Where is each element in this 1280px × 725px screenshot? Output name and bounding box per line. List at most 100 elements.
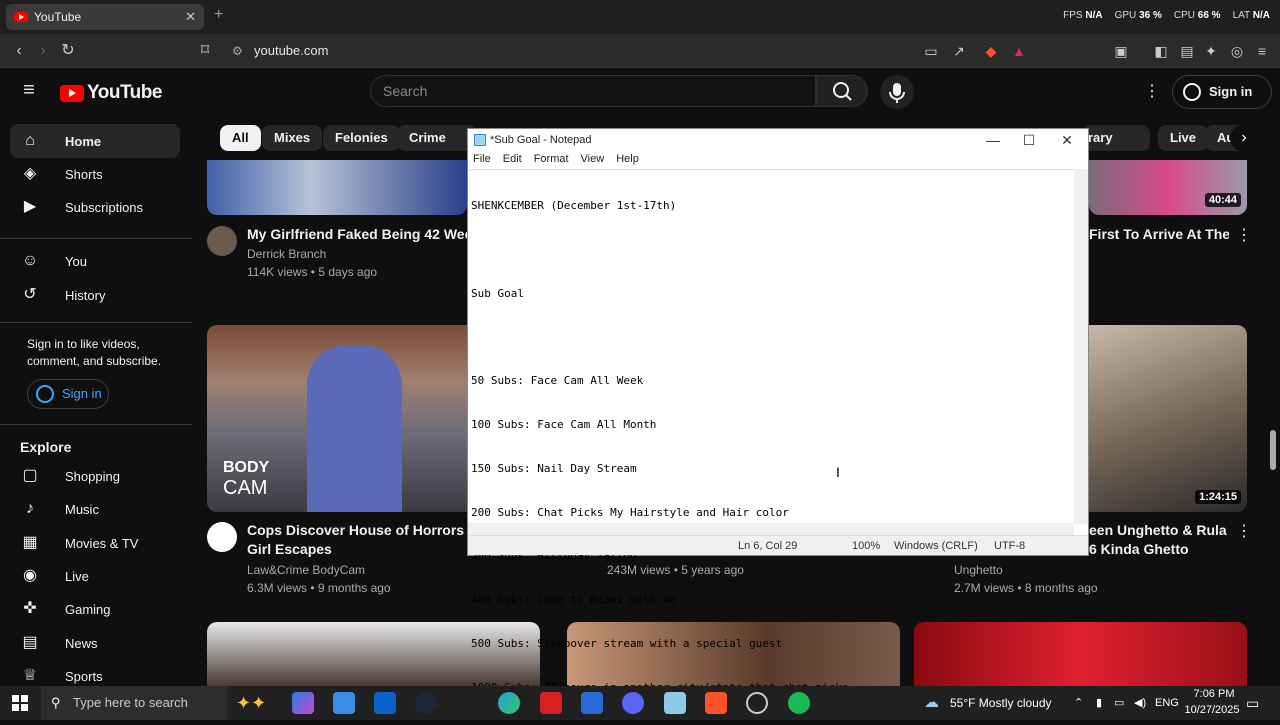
channel-avatar[interactable] [207, 522, 237, 552]
channel-name[interactable]: Law&Crime BodyCam [247, 561, 365, 579]
sparkle-icon[interactable]: ✦✦ [236, 692, 268, 714]
leo-ai-icon[interactable]: ✦ [1202, 42, 1220, 60]
clock-date[interactable]: 10/27/2025 [1182, 704, 1242, 716]
sidebar-item-movies[interactable]: ▦ Movies & TV [10, 526, 180, 560]
notepad-taskbar-icon[interactable] [664, 692, 686, 714]
brave-shields-icon[interactable]: ◆ [982, 42, 1000, 60]
menu-file[interactable]: File [473, 151, 491, 167]
store-icon[interactable] [333, 692, 355, 714]
chip-crime-scene[interactable]: Crime scen [397, 125, 477, 151]
video-title[interactable]: First To Arrive At The [1089, 225, 1229, 244]
steam-icon[interactable] [415, 692, 437, 714]
page-scrollbar[interactable] [1270, 430, 1276, 470]
menu-icon[interactable]: ≡ [1253, 42, 1271, 60]
sidebar-item-home[interactable]: ⌂ Home [10, 124, 180, 158]
notepad-text-area[interactable]: SHENKCEMBER (December 1st-17th) Sub Goal… [468, 169, 1074, 694]
chip-felonies[interactable]: Felonies [323, 125, 400, 151]
video-thumbnail[interactable]: 40:44 [1089, 160, 1247, 215]
video-kebab-icon[interactable]: ⋮ [1236, 225, 1252, 245]
forward-arrow-icon[interactable]: › [32, 40, 54, 62]
chip-all[interactable]: All [220, 125, 261, 151]
voice-search-button[interactable] [880, 75, 914, 109]
obs-icon[interactable] [746, 692, 768, 714]
header-sign-in-button[interactable]: Sign in [1172, 75, 1272, 109]
video-thumbnail[interactable] [207, 160, 467, 215]
brave-rewards-icon[interactable]: ▲ [1010, 42, 1028, 60]
video-title[interactable]: My Girlfriend Faked Being 42 Weeks [247, 225, 467, 244]
language-indicator[interactable]: ENG [1155, 686, 1179, 720]
maximize-icon[interactable]: ☐ [1010, 129, 1048, 151]
volume-icon[interactable]: ◀) [1134, 686, 1146, 720]
sidebar-item-live[interactable]: ◉ Live [10, 559, 180, 593]
taskbar-search[interactable]: ⚲ Type here to search [41, 686, 227, 720]
sidebar-sign-in-button[interactable]: Sign in [27, 379, 109, 409]
chip-live[interactable]: Live [1158, 125, 1209, 151]
menu-help[interactable]: Help [616, 151, 639, 167]
youtube-logo[interactable]: YouTube [60, 82, 162, 104]
sidebar-item-shopping[interactable]: ▢ Shopping [10, 459, 180, 493]
bookmark-icon[interactable]: ⌑ [194, 40, 216, 62]
tab-youtube[interactable]: YouTube ✕ [6, 4, 204, 30]
notification-icon[interactable]: ▭ [1246, 686, 1259, 720]
sidebar-item-subscriptions[interactable]: ▶ Subscriptions [10, 190, 180, 224]
sidebar-item-history[interactable]: ↺ History [10, 278, 180, 312]
settings-kebab-icon[interactable]: ⋮ [1144, 81, 1160, 101]
video-title[interactable]: Cops Discover House of Horrors Afte [247, 521, 467, 540]
sidebar-item-news[interactable]: ▤ News [10, 626, 180, 660]
weather-text[interactable]: 55°F Mostly cloudy [950, 686, 1052, 720]
video-title[interactable]: een Unghetto & Rula [1089, 521, 1229, 540]
minimize-icon[interactable]: — [974, 129, 1012, 151]
edge-icon[interactable] [498, 692, 520, 714]
chip-mixes[interactable]: Mixes [262, 125, 323, 151]
hamburger-menu-icon[interactable]: ≡ [18, 79, 40, 101]
search-button[interactable] [816, 75, 868, 107]
cast-icon[interactable]: ▭ [922, 42, 940, 60]
notepad-title-bar[interactable]: *Sub Goal - Notepad — ☐ ✕ [468, 129, 1088, 151]
video-kebab-icon[interactable]: ⋮ [1236, 521, 1252, 541]
outlook-icon[interactable] [374, 692, 396, 714]
close-tab-icon[interactable]: ✕ [185, 9, 196, 25]
discord-icon[interactable] [622, 692, 644, 714]
chip-rnb[interactable]: rary R&B [1082, 125, 1150, 151]
vertical-scrollbar[interactable] [1074, 169, 1088, 524]
sidebar-item-music[interactable]: ♪ Music [10, 492, 180, 526]
search-input[interactable]: Search [370, 75, 816, 107]
site-settings-icon[interactable]: ⚙ [232, 39, 243, 63]
brave-icon[interactable] [705, 692, 727, 714]
video-title-line2[interactable]: Girl Escapes [247, 540, 332, 559]
horizontal-scrollbar[interactable] [468, 523, 1074, 535]
channel-name[interactable]: Derrick Branch [247, 245, 326, 263]
spotify-icon[interactable] [788, 692, 810, 714]
channel-avatar[interactable] [207, 226, 237, 256]
wallet-icon[interactable]: ▤ [1178, 42, 1196, 60]
reader-mode-icon[interactable]: ▣ [1112, 42, 1130, 60]
sidebar-item-gaming[interactable]: ✜ Gaming [10, 592, 180, 626]
gamepad-icon: ✜ [23, 600, 37, 617]
reload-icon[interactable]: ↻ [57, 40, 79, 62]
video-thumbnail[interactable]: BODY CAM [207, 325, 467, 512]
network-icon[interactable]: ▭ [1114, 686, 1124, 720]
clock-time[interactable]: 7:06 PM [1186, 688, 1242, 700]
menu-format[interactable]: Format [534, 151, 569, 167]
newspaper-icon: ▤ [22, 634, 38, 651]
windows-start-icon[interactable] [12, 695, 28, 711]
new-tab-button[interactable]: + [214, 6, 223, 24]
share-icon[interactable]: ↗ [950, 42, 968, 60]
chevron-up-icon[interactable]: ⌃ [1074, 686, 1083, 720]
close-icon[interactable]: ✕ [1048, 129, 1086, 151]
sidebar-toggle-icon[interactable]: ◧ [1152, 42, 1170, 60]
address-bar[interactable]: ⚙ youtube.com [228, 39, 1038, 63]
menu-view[interactable]: View [581, 151, 605, 167]
video-title-line2[interactable]: 6 Kinda Ghetto [1089, 540, 1189, 559]
window-app-icon[interactable] [581, 692, 603, 714]
video-thumbnail[interactable]: 1:24:15 [1089, 325, 1247, 512]
sidebar-item-shorts[interactable]: ◈ Shorts [10, 157, 180, 191]
wps-icon[interactable] [540, 692, 562, 714]
copilot-icon[interactable] [292, 692, 314, 714]
microphone-tray-icon[interactable]: ▮ [1096, 686, 1102, 720]
chevron-right-icon[interactable]: › [1230, 124, 1258, 152]
menu-edit[interactable]: Edit [503, 151, 522, 167]
sidebar-item-you[interactable]: ☺ You [10, 244, 180, 278]
vpn-icon[interactable]: ◎ [1228, 42, 1246, 60]
back-arrow-icon[interactable]: ‹ [8, 40, 30, 62]
